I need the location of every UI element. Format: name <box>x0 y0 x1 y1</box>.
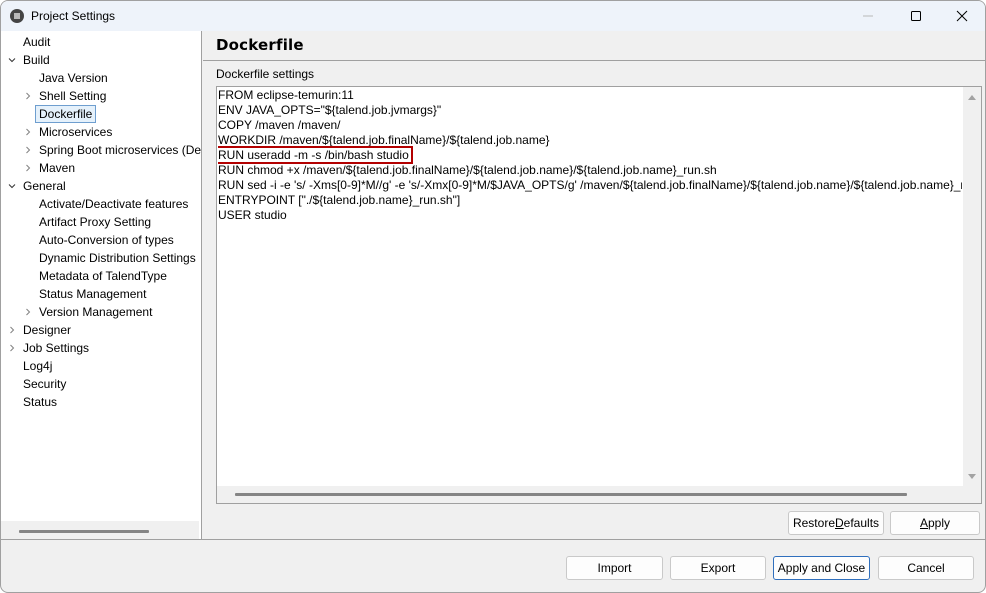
tree-item-label: Dockerfile <box>35 105 97 123</box>
settings-tree: Audit Build Java Version Shell Setting Docke… <box>1 31 202 539</box>
code-line-text: RUN sed -i -e 's/ -Xms[0-9]*M//g' -e 's/… <box>218 178 962 192</box>
apply-button[interactable]: Apply <box>890 511 980 535</box>
restore-defaults-label-pre: Restore <box>792 516 835 530</box>
window-title: Project Settings <box>31 9 116 23</box>
import-button[interactable]: Import <box>566 556 663 580</box>
tree-item-label: Status <box>23 395 58 409</box>
tree-item-label: Java Version <box>39 71 108 85</box>
apply-and-close-button[interactable]: Apply and Close <box>773 556 870 580</box>
chevron-down-icon[interactable] <box>7 177 17 195</box>
project-settings-dialog: Project Settings Audit Build Java Version S… <box>0 0 986 593</box>
editor-vertical-scrollbar[interactable] <box>963 87 981 487</box>
code-line-text: COPY /maven /maven/ <box>218 118 341 132</box>
maximize-icon <box>911 11 921 21</box>
scroll-down-arrow-icon[interactable] <box>967 472 977 482</box>
code-line-text: ENTRYPOINT ["./${talend.job.name}_run.sh… <box>218 193 461 207</box>
chevron-right-icon[interactable] <box>23 87 33 105</box>
tree-item-label: Activate/Deactivate features <box>39 197 189 211</box>
tree-item-label: Dynamic Distribution Settings <box>39 251 196 265</box>
apply-label-post: pply <box>928 516 951 530</box>
tree-item-label: Log4j <box>23 359 53 373</box>
chevron-right-icon[interactable] <box>23 303 33 321</box>
cancel-button[interactable]: Cancel <box>878 556 974 580</box>
tree-item-label: Microservices <box>39 125 113 139</box>
scrollbar-corner <box>963 487 981 503</box>
code-line: WORKDIR /maven/${talend.job.finalName}/$… <box>218 133 962 148</box>
tree-item-label: Security <box>23 377 67 391</box>
code-line-text: USER studio <box>218 208 287 222</box>
code-line-text: RUN useradd -m -s /bin/bash studio <box>218 146 413 164</box>
title-divider <box>203 60 985 61</box>
maximize-button[interactable] <box>893 1 939 31</box>
tree-item-label: Audit <box>23 35 51 49</box>
tree-item-label: Build <box>23 53 50 67</box>
dockerfile-settings-label: Dockerfile settings <box>216 67 315 81</box>
tree-viewport: Audit Build Java Version Shell Setting Docke… <box>1 31 201 521</box>
editor-scrollbar-thumb[interactable] <box>235 493 907 496</box>
code-line: USER studio <box>218 208 962 223</box>
tree-item-label: Job Settings <box>23 341 90 355</box>
close-button[interactable] <box>939 1 985 31</box>
minimize-icon <box>863 15 873 17</box>
tree-item-label: Version Management <box>39 305 153 319</box>
restore-defaults-mnemonic: D <box>835 516 844 530</box>
tree-horizontal-scrollbar[interactable] <box>1 521 199 539</box>
tree-item-label: Spring Boot microservices (Deprecated) <box>39 143 201 157</box>
code-line-text: ENV JAVA_OPTS="${talend.job.jvmargs}" <box>218 103 442 117</box>
chevron-right-icon[interactable] <box>23 159 33 177</box>
preference-page: Dockerfile Dockerfile settings FROM ecli… <box>203 31 985 539</box>
code-line: ENTRYPOINT ["./${talend.job.name}_run.sh… <box>218 193 962 208</box>
tree-item-label: Metadata of TalendType <box>39 269 167 283</box>
tree-item-label: General <box>23 179 66 193</box>
highlighted-code-line: RUN useradd -m -s /bin/bash studio <box>218 146 962 164</box>
chevron-down-icon[interactable] <box>7 51 17 69</box>
tree-item-label: Auto-Conversion of types <box>39 233 174 247</box>
chevron-right-icon[interactable] <box>7 321 17 339</box>
apply-mnemonic: A <box>919 516 928 530</box>
tree-item-label: Designer <box>23 323 72 337</box>
tree-scrollbar-thumb[interactable] <box>19 530 149 533</box>
code-line: ENV JAVA_OPTS="${talend.job.jvmargs}" <box>218 103 962 118</box>
title-bar: Project Settings <box>1 1 985 31</box>
page-title: Dockerfile <box>216 36 304 54</box>
dockerfile-editor[interactable]: FROM eclipse-temurin:11 ENV JAVA_OPTS="${… <box>216 86 982 504</box>
tree-item-label: Shell Setting <box>39 89 107 103</box>
tree-item-label: Artifact Proxy Setting <box>39 215 152 229</box>
scroll-up-arrow-icon[interactable] <box>967 92 977 102</box>
chevron-right-icon[interactable] <box>7 339 17 357</box>
code-line-text: RUN chmod +x /maven/${talend.job.finalNa… <box>218 163 717 177</box>
export-button[interactable]: Export <box>670 556 766 580</box>
editor-horizontal-scrollbar[interactable] <box>217 486 963 503</box>
dockerfile-text-area[interactable]: FROM eclipse-temurin:11 ENV JAVA_OPTS="${… <box>218 88 962 486</box>
code-line-text: FROM eclipse-temurin:11 <box>218 88 354 102</box>
footer-divider <box>1 539 985 540</box>
restore-defaults-label-post: efaults <box>843 516 880 530</box>
code-line-text: WORKDIR /maven/${talend.job.finalName}/$… <box>218 133 550 147</box>
code-line: RUN chmod +x /maven/${talend.job.finalNa… <box>218 163 962 178</box>
tree-item-label: Status Management <box>39 287 147 301</box>
chevron-right-icon[interactable] <box>23 123 33 141</box>
close-icon <box>956 10 968 22</box>
minimize-button[interactable] <box>845 1 891 31</box>
talend-studio-icon <box>10 9 24 23</box>
tree-item-label: Maven <box>39 161 76 175</box>
code-line: FROM eclipse-temurin:11 <box>218 88 962 103</box>
code-line: COPY /maven /maven/ <box>218 118 962 133</box>
restore-defaults-button[interactable]: Restore Defaults <box>788 511 884 535</box>
chevron-right-icon[interactable] <box>23 141 33 159</box>
code-line: RUN sed -i -e 's/ -Xms[0-9]*M//g' -e 's/… <box>218 178 962 193</box>
